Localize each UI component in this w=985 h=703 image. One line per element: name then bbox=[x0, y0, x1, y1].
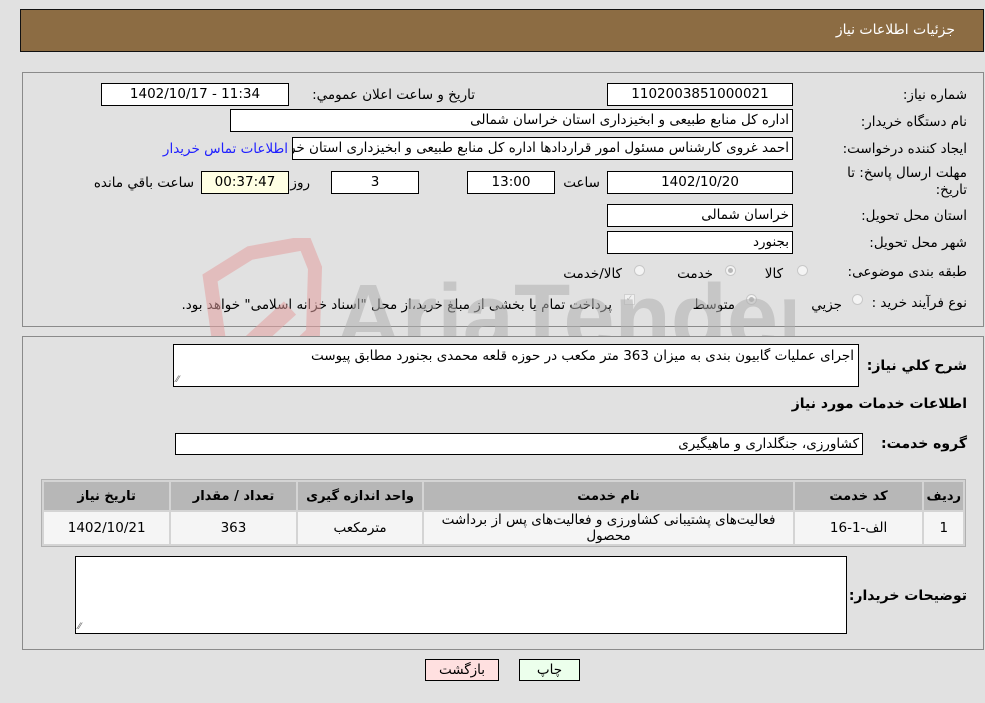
need-number-label: شماره نیاز: bbox=[902, 87, 967, 103]
deadline-time-field: 13:00 bbox=[467, 171, 555, 194]
cell-service-code: الف-1-16 bbox=[794, 512, 923, 544]
remaining-time-label: ساعت باقي مانده bbox=[93, 175, 194, 191]
description-label: شرح کلي نياز: bbox=[866, 358, 967, 374]
resize-grip-icon[interactable]: ⁄⁄ bbox=[78, 623, 81, 632]
cell-unit: مترمکعب bbox=[297, 512, 423, 544]
need-number-field: 1102003851000021 bbox=[607, 83, 793, 106]
col-row-number: ردیف bbox=[924, 482, 963, 510]
print-button[interactable]: چاپ bbox=[519, 659, 580, 681]
col-service-name: نام خدمت bbox=[424, 482, 793, 510]
announce-datetime-field: 1402/10/17 - 11:34 bbox=[101, 83, 289, 106]
col-unit: واحد اندازه گیری bbox=[297, 482, 423, 510]
page-header: جزئیات اطلاعات نیاز bbox=[20, 9, 984, 52]
days-remaining-field: 3 bbox=[331, 171, 419, 194]
deadline-label: مهلت ارسال پاسخ: تا تاریخ: bbox=[847, 165, 967, 198]
category-label: طبقه بندی موضوعی: bbox=[847, 264, 967, 280]
province-field: خراسان شمالی bbox=[607, 204, 793, 227]
cell-row-number: 1 bbox=[924, 512, 963, 544]
category-option-service: خدمت bbox=[677, 266, 713, 282]
process-radio-minor[interactable] bbox=[852, 294, 863, 305]
service-group-field: کشاورزی، جنگلداری و ماهیگیری bbox=[175, 433, 863, 455]
creator-field: احمد غروی کارشناس مسئول امور قراردادها ا… bbox=[292, 137, 793, 160]
deadline-hour-label: ساعت bbox=[563, 175, 600, 191]
buyer-notes-label: توضیحات خریدار: bbox=[848, 588, 967, 604]
table-row: 1 الف-1-16 فعالیت‌های پشتیبانی کشاورزی و… bbox=[44, 512, 963, 544]
category-option-goods: کالا bbox=[764, 266, 783, 282]
remaining-time-field: 00:37:47 bbox=[201, 171, 289, 194]
province-label: استان محل تحویل: bbox=[861, 208, 967, 224]
table-header-row: ردیف کد خدمت نام خدمت واحد اندازه گیری ت… bbox=[44, 482, 963, 510]
payment-checkbox[interactable]: ✓ bbox=[624, 294, 635, 305]
service-group-label: گروه خدمت: bbox=[881, 436, 967, 452]
services-section-title: اطلاعات خدمات مورد نیاز bbox=[791, 396, 967, 412]
col-need-date: تاریخ نیاز bbox=[44, 482, 170, 510]
back-button[interactable]: بازگشت bbox=[425, 659, 499, 681]
payment-note: پرداخت تمام یا بخشی از مبلغ خرید،از محل … bbox=[181, 297, 612, 313]
city-label: شهر محل تحویل: bbox=[869, 235, 967, 251]
buyer-notes-textarea[interactable]: ⁄⁄ bbox=[75, 556, 847, 634]
process-option-medium: متوسط bbox=[692, 297, 735, 313]
page-title: جزئیات اطلاعات نیاز bbox=[835, 22, 955, 38]
announce-label: تاریخ و ساعت اعلان عمومي: bbox=[312, 87, 475, 103]
city-field: بجنورد bbox=[607, 231, 793, 254]
category-option-goods-service: کالا/خدمت bbox=[563, 266, 622, 282]
buyer-org-field: اداره کل منابع طبیعی و ابخیزداری استان خ… bbox=[230, 109, 793, 132]
cell-service-name: فعالیت‌های پشتیبانی کشاورزی و فعالیت‌های… bbox=[424, 512, 793, 544]
cell-quantity: 363 bbox=[171, 512, 296, 544]
category-radio-service[interactable] bbox=[725, 265, 736, 276]
process-type-label: نوع فرآیند خرید : bbox=[871, 295, 967, 311]
description-text: اجرای عملیات گابیون بندی به میزان 363 مت… bbox=[311, 348, 854, 364]
description-textarea[interactable]: اجرای عملیات گابیون بندی به میزان 363 مت… bbox=[173, 344, 859, 387]
col-service-code: کد خدمت bbox=[794, 482, 923, 510]
process-option-minor: جزيي bbox=[811, 297, 842, 313]
creator-label: ایجاد کننده درخواست: bbox=[842, 141, 967, 157]
process-radio-medium[interactable] bbox=[746, 294, 757, 305]
cell-need-date: 1402/10/21 bbox=[44, 512, 170, 544]
category-radio-goods[interactable] bbox=[797, 265, 808, 276]
col-quantity: تعداد / مقدار bbox=[171, 482, 296, 510]
buyer-org-label: نام دستگاه خریدار: bbox=[860, 114, 967, 130]
deadline-date-field: 1402/10/20 bbox=[607, 171, 793, 194]
category-radio-goods-service[interactable] bbox=[634, 265, 645, 276]
resize-grip-icon[interactable]: ⁄⁄ bbox=[176, 376, 179, 385]
services-table: ردیف کد خدمت نام خدمت واحد اندازه گیری ت… bbox=[41, 479, 966, 547]
buyer-contact-link[interactable]: اطلاعات تماس خریدار bbox=[163, 141, 288, 157]
